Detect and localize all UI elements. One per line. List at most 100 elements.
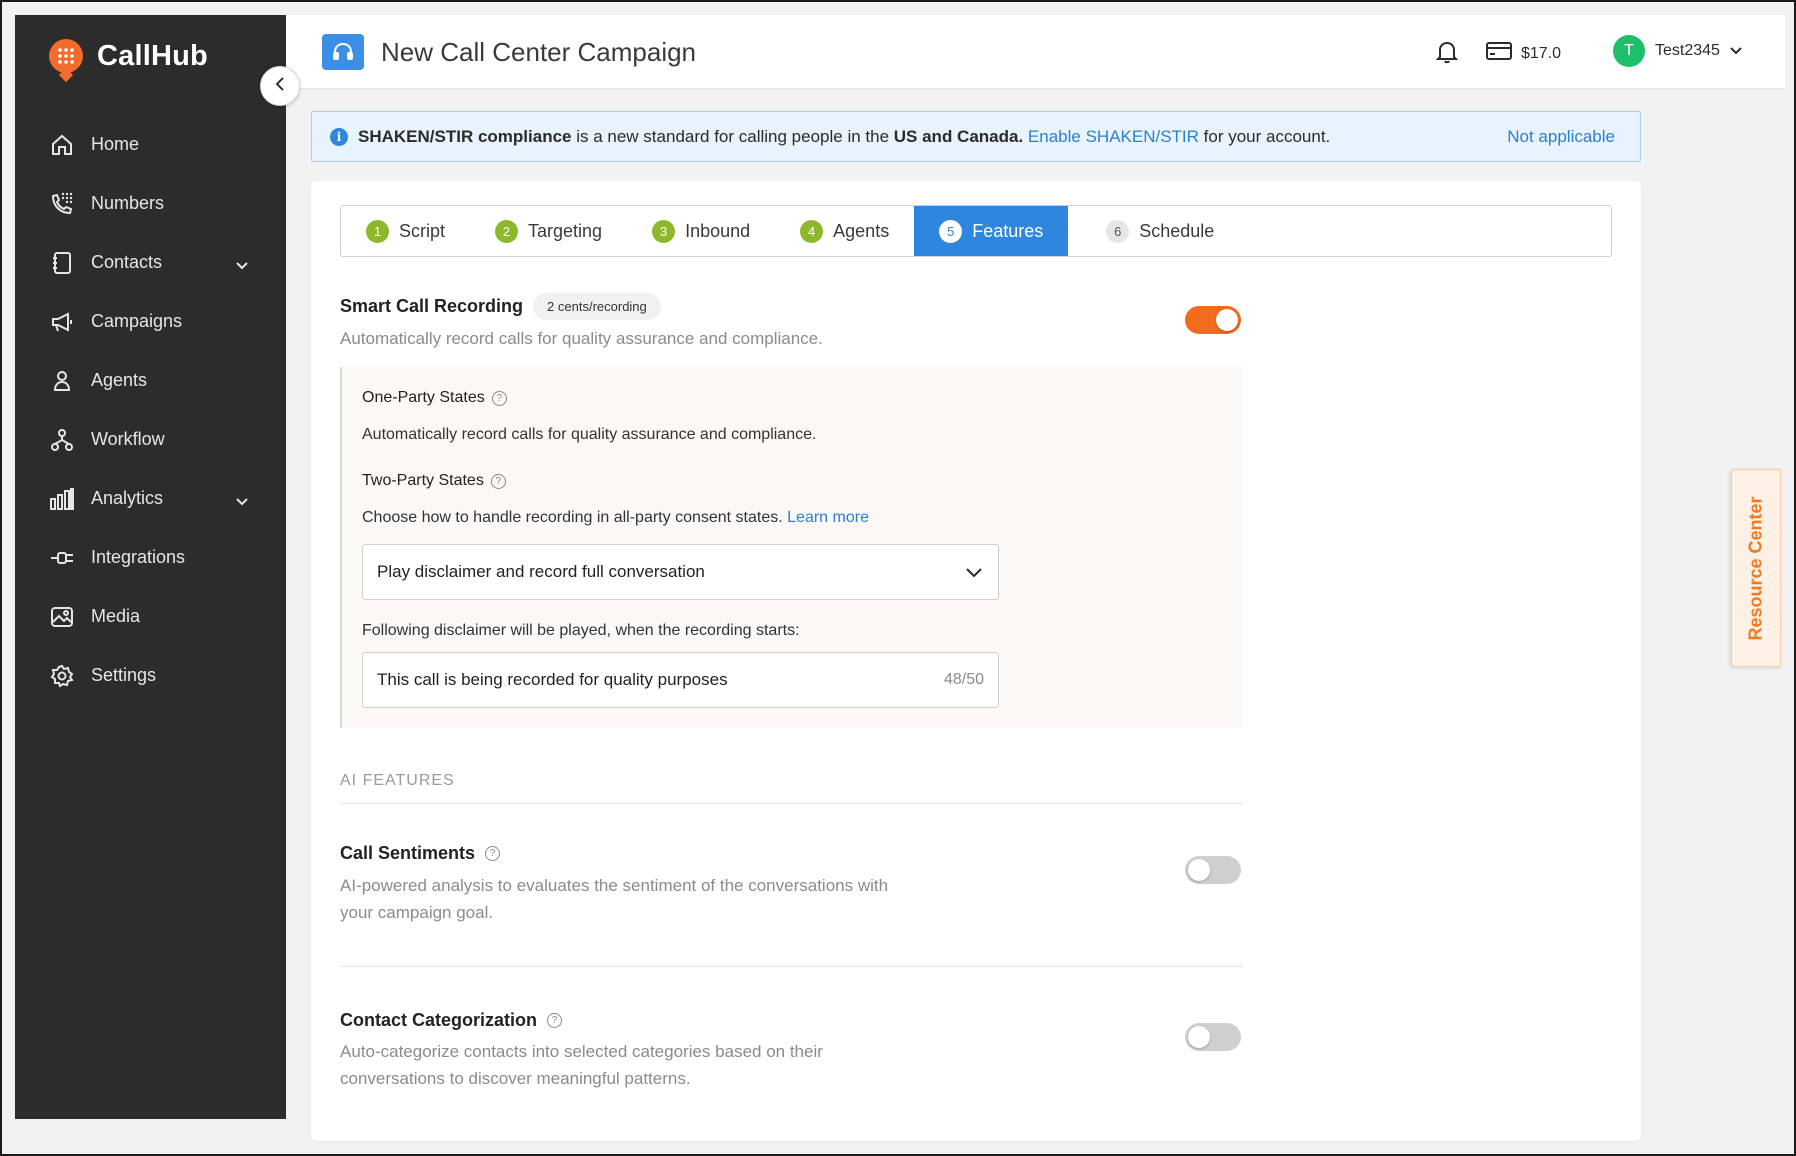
balance[interactable]: $17.0	[1486, 41, 1561, 66]
call-sentiments-description: AI-powered analysis to evaluates the sen…	[340, 872, 888, 926]
two-party-handling-select[interactable]: Play disclaimer and record full conversa…	[362, 544, 999, 600]
sidebar-item-workflow[interactable]: Workflow	[15, 410, 286, 469]
step-number: 3	[652, 219, 676, 243]
two-party-text: Choose how to handle recording in all-pa…	[362, 509, 869, 527]
user-menu[interactable]: T Test2345	[1613, 35, 1742, 67]
one-party-text: Automatically record calls for quality a…	[362, 426, 817, 443]
sidebar-item-numbers[interactable]: Numbers	[15, 174, 286, 233]
sidebar-item-campaigns[interactable]: Campaigns	[15, 292, 286, 351]
contact-categorization-description: Auto-categorize contacts into selected c…	[340, 1038, 823, 1092]
info-icon: i	[330, 127, 348, 146]
sidebar-item-integrations[interactable]: Integrations	[15, 528, 286, 587]
sidebar-item-agents[interactable]: Agents	[15, 351, 286, 410]
sidebar-item-label: Home	[91, 134, 140, 154]
step-number: 2	[495, 219, 519, 243]
call-sentiments-heading: Call Sentiments ?	[340, 843, 501, 864]
sidebar-item-label: Workflow	[91, 429, 165, 449]
smart-call-recording-heading: Smart Call Recording 2 cents/recording	[340, 293, 661, 320]
bar-chart-icon	[49, 486, 75, 512]
sidebar-item-label: Analytics	[91, 488, 164, 508]
sidebar-item-settings[interactable]: Settings	[15, 646, 286, 705]
enable-shaken-stir-link[interactable]: Enable SHAKEN/STIR	[1028, 127, 1199, 147]
toggle-knob	[1188, 859, 1210, 881]
tab-label: Agents	[833, 220, 890, 241]
two-party-heading: Two-Party States ?	[362, 472, 506, 490]
campaign-card: 1 Script 2 Targeting 3 Inbound 4 Agents …	[311, 181, 1641, 1141]
user-name: Test2345	[1655, 42, 1720, 59]
chevron-down-icon[interactable]	[236, 254, 248, 275]
chevron-down-icon	[1730, 42, 1742, 60]
tab-label: Features	[972, 220, 1044, 241]
sidebar-item-label: Agents	[91, 370, 148, 390]
tab-features[interactable]: 5 Features	[914, 206, 1069, 256]
chevron-left-icon	[275, 76, 285, 96]
sidebar: CallHub Home Numbers Contacts Campaigns …	[15, 15, 286, 1119]
description-line: your campaign goal.	[340, 903, 494, 922]
disclaimer-input[interactable]: This call is being recorded for quality …	[362, 652, 999, 708]
tab-label: Schedule	[1139, 220, 1215, 241]
callhub-logo-icon	[49, 39, 83, 73]
sidebar-item-contacts[interactable]: Contacts	[15, 233, 286, 292]
banner-bold-region: US and Canada.	[893, 126, 1024, 146]
chevron-down-icon[interactable]	[236, 490, 248, 511]
toggle-knob	[1216, 309, 1238, 331]
call-sentiments-toggle[interactable]	[1185, 856, 1241, 884]
sidebar-item-label: Integrations	[91, 547, 186, 567]
one-party-label: One-Party States	[362, 389, 485, 406]
contact-categorization-toggle[interactable]	[1185, 1023, 1241, 1051]
section-title: Smart Call Recording	[340, 296, 524, 316]
sidebar-item-label: Campaigns	[91, 311, 183, 331]
step-tabs: 1 Script 2 Targeting 3 Inbound 4 Agents …	[340, 205, 1612, 257]
tab-agents[interactable]: 4 Agents	[775, 206, 914, 256]
workflow-icon	[49, 427, 75, 453]
sidebar-nav: Home Numbers Contacts Campaigns Agents W…	[15, 115, 286, 705]
step-number: 6	[1106, 219, 1130, 243]
home-icon	[49, 132, 75, 158]
page-title: New Call Center Campaign	[381, 37, 697, 67]
chevron-down-icon	[966, 563, 982, 583]
recording-description: Automatically record calls for quality a…	[340, 329, 823, 348]
collapse-sidebar-button[interactable]	[260, 66, 300, 106]
shaken-stir-banner: i SHAKEN/STIR compliance is a new standa…	[311, 111, 1641, 162]
balance-amount: $17.0	[1521, 44, 1562, 62]
app-name: CallHub	[97, 39, 208, 72]
section-title: Call Sentiments	[340, 843, 476, 863]
ai-features-heading: AI FEATURES	[340, 772, 455, 789]
learn-more-link[interactable]: Learn more	[787, 509, 869, 526]
help-icon[interactable]: ?	[485, 846, 501, 861]
logo[interactable]: CallHub	[49, 39, 208, 73]
step-number: 5	[939, 219, 963, 243]
tab-targeting[interactable]: 2 Targeting	[470, 206, 627, 256]
sidebar-item-home[interactable]: Home	[15, 115, 286, 174]
banner-bold-compliance: SHAKEN/STIR compliance	[358, 126, 572, 146]
banner-text: is a new standard for calling people in …	[571, 126, 894, 146]
help-icon[interactable]: ?	[547, 1013, 563, 1028]
help-icon[interactable]: ?	[490, 473, 506, 489]
not-applicable-link[interactable]: Not applicable	[1507, 127, 1615, 147]
tab-script[interactable]: 1 Script	[341, 206, 470, 256]
wallet-icon	[1486, 41, 1512, 66]
tab-schedule[interactable]: 6 Schedule	[1068, 206, 1239, 256]
recording-toggle[interactable]	[1185, 306, 1241, 334]
contact-categorization-heading: Contact Categorization ?	[340, 1010, 563, 1031]
sidebar-item-analytics[interactable]: Analytics	[15, 469, 286, 528]
tab-label: Inbound	[685, 220, 751, 241]
bell-icon[interactable]	[1435, 40, 1459, 69]
megaphone-icon	[49, 309, 75, 335]
banner-text-end: for your account.	[1198, 126, 1331, 146]
divider	[340, 803, 1243, 804]
top-header: New Call Center Campaign $17.0 T Test234…	[286, 15, 1785, 89]
divider	[340, 966, 1243, 967]
contacts-book-icon	[49, 250, 75, 276]
sidebar-item-label: Media	[91, 606, 141, 626]
tab-inbound[interactable]: 3 Inbound	[627, 206, 775, 256]
tab-label: Targeting	[528, 220, 603, 241]
disclaimer-label: Following disclaimer will be played, whe…	[362, 622, 800, 639]
gear-icon	[49, 663, 75, 689]
select-value: Play disclaimer and record full conversa…	[377, 562, 705, 581]
help-icon[interactable]: ?	[491, 390, 507, 406]
avatar: T	[1613, 35, 1645, 67]
resource-center-tab[interactable]: Resource Center	[1731, 469, 1781, 667]
sidebar-item-media[interactable]: Media	[15, 587, 286, 646]
description-line: conversations to discover meaningful pat…	[340, 1069, 691, 1088]
